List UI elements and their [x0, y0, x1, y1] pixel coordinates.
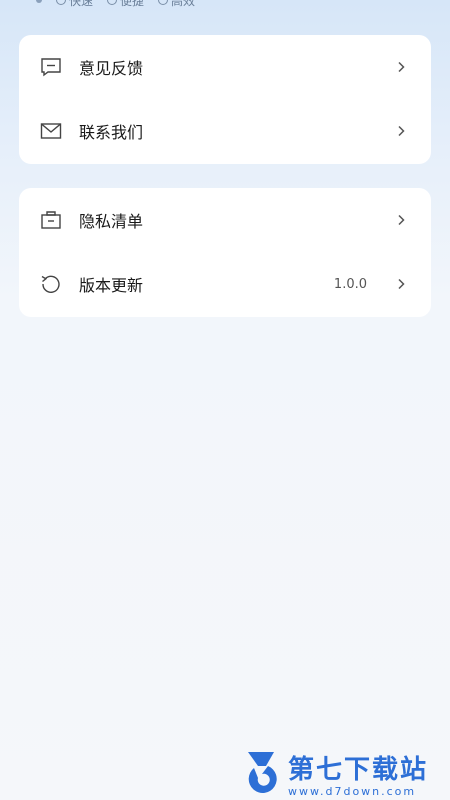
chevron-right-icon: [395, 214, 407, 226]
tag-item: 高效: [158, 0, 195, 9]
top-tagline: 快速 便捷 高效: [0, 0, 450, 8]
watermark-url: www.d7down.com: [288, 785, 417, 798]
refresh-icon: [39, 272, 63, 296]
version-number: 1.0.0: [333, 276, 367, 292]
chevron-right-icon: [395, 278, 407, 290]
menu-item-label: 意见反馈: [79, 59, 144, 78]
check-circle-icon: [158, 0, 169, 5]
feedback-icon: [39, 55, 63, 79]
menu-item-feedback[interactable]: 意见反馈: [19, 35, 431, 99]
menu-item-version-update[interactable]: 版本更新 1.0.0: [19, 252, 431, 316]
tag-item: 便捷: [107, 0, 144, 9]
menu-item-contact[interactable]: 联系我们: [19, 99, 431, 163]
bullet-icon: [36, 0, 42, 3]
menu-item-label: 隐私清单: [79, 212, 144, 231]
watermark-title: 第七下载站: [288, 755, 429, 785]
menu-card-about: 隐私清单 版本更新 1.0.0: [19, 188, 431, 317]
tag-item: 快速: [56, 0, 93, 9]
check-circle-icon: [56, 0, 66, 5]
menu-item-label: 联系我们: [79, 123, 144, 142]
mail-icon: [39, 119, 63, 143]
check-circle-icon: [107, 0, 118, 5]
menu-item-label: 版本更新: [79, 276, 144, 295]
chevron-right-icon: [395, 125, 407, 137]
watermark: 第七下载站 www.d7down.com: [244, 744, 444, 798]
site-logo-icon: [244, 748, 284, 798]
privacy-list-icon: [39, 208, 63, 232]
watermark-text: 第七下载站 www.d7down.com: [288, 755, 428, 798]
chevron-right-icon: [395, 61, 407, 73]
menu-card-support: 意见反馈 联系我们: [19, 35, 431, 164]
menu-item-privacy-list[interactable]: 隐私清单: [19, 188, 431, 252]
